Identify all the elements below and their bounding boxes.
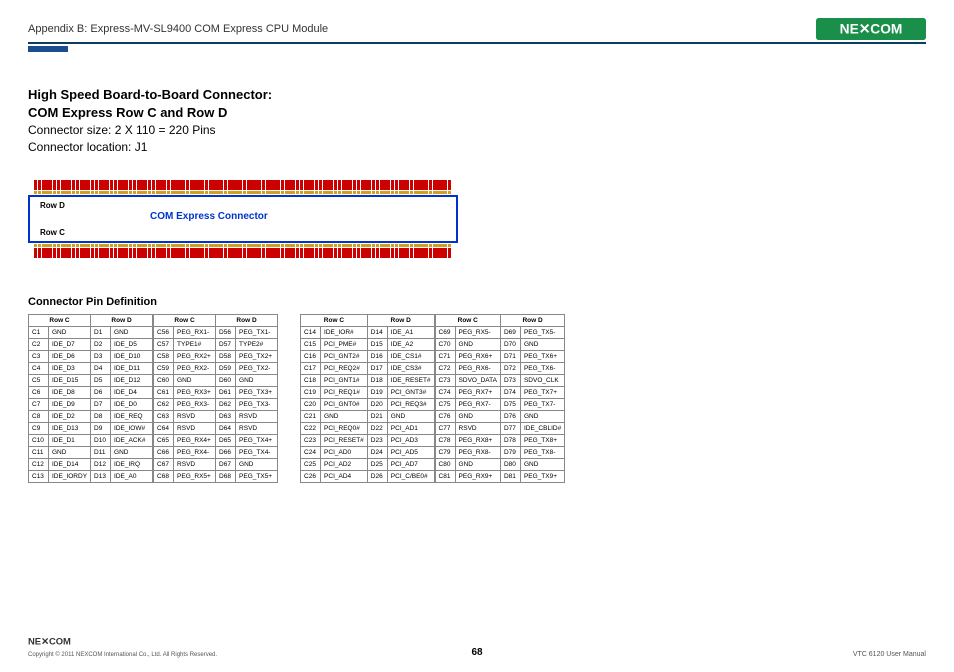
table-row: C80GNDD80GND [435,458,565,470]
row-c-label: Row C [40,228,65,237]
table-row: C10IDE_D1D10IDE_ACK# [29,434,153,446]
table-row: C7IDE_D9D7IDE_D0 [29,398,153,410]
table-row: C81PEG_RX9+D81PEG_TX9+ [435,470,565,482]
table-row: C67RSVDD67GND [154,458,278,470]
connector-diagram: Row D COM Express Connector Row C [28,180,458,258]
section-title-1: High Speed Board-to-Board Connector: [28,86,926,104]
table-row: C79PEG_RX8-D79PEG_TX8- [435,446,565,458]
table-row: C2IDE_D7D2IDE_D5 [29,338,153,350]
pins-bottom-red [28,248,458,258]
pins-bottom-gold [28,244,458,247]
connector-location: Connector location: J1 [28,139,926,156]
header-accent [28,46,68,52]
table-row: C23PCI_RESET#D23PCI_AD3 [301,434,435,446]
connector-label: COM Express Connector [150,211,268,222]
table-row: C70GNDD70GND [435,338,565,350]
table-row: C16PCI_GNT2#D16IDE_CS1# [301,350,435,362]
pin-tables: Row CRow DC1GNDD1GNDC2IDE_D7D2IDE_D5C3ID… [28,314,926,483]
col-row-d: Row D [367,314,434,326]
table-row: C61PEG_RX3+D61PEG_TX3+ [154,386,278,398]
col-row-d: Row D [500,314,564,326]
table-row: C59PEG_RX2-D59PEG_TX2- [154,362,278,374]
table-row: C18PCI_GNT1#D18IDE_RESET# [301,374,435,386]
table-row: C26PCI_AD4D26PCI_C/BE0# [301,470,435,482]
section-title-2: COM Express Row C and Row D [28,104,926,122]
table-row: C12IDE_D14D12IDE_IRQ [29,458,153,470]
table-1: Row CRow DC1GNDD1GNDC2IDE_D7D2IDE_D5C3ID… [28,314,153,483]
table-row: C68PEG_RX5+D68PEG_TX5+ [154,470,278,482]
table-row: C15PCI_PME#D15IDE_A2 [301,338,435,350]
pins-top-gold [28,191,458,194]
table-2: Row CRow DC56PEG_RX1-D56PEG_TX1-C57TYPE1… [153,314,278,483]
table-row: C57TYPE1#D57TYPE2# [154,338,278,350]
table-row: C14IDE_IOR#D14IDE_A1 [301,326,435,338]
table-row: C72PEG_RX6-D72PEG_TX6- [435,362,565,374]
table-row: C73SDVO_DATAD73SDVO_CLK [435,374,565,386]
pin-definition-title: Connector Pin Definition [28,296,926,308]
table-row: C71PEG_RX6+D71PEG_TX6+ [435,350,565,362]
table-row: C60GNDD60GND [154,374,278,386]
table-row: C25PCI_AD2D25PCI_AD7 [301,458,435,470]
table-row: C5IDE_D15D5IDE_D12 [29,374,153,386]
col-row-c: Row C [435,314,500,326]
table-row: C6IDE_D8D6IDE_D4 [29,386,153,398]
table-row: C63RSVDD63RSVD [154,410,278,422]
page-header: Appendix B: Express-MV-SL9400 COM Expres… [28,18,926,44]
table-4: Row CRow DC69PEG_RX5-D69PEG_TX5-C70GNDD7… [435,314,566,483]
table-3: Row CRow DC14IDE_IOR#D14IDE_A1C15PCI_PME… [300,314,435,483]
svg-text:NE✕COM: NE✕COM [840,22,903,37]
svg-text:NE✕COM: NE✕COM [28,635,71,646]
table-row: C77RSVDD77IDE_CBLID# [435,422,565,434]
pins-top-red [28,180,458,190]
table-row: C62PEG_RX3-D62PEG_TX3- [154,398,278,410]
table-row: C58PEG_RX2+D58PEG_TX2+ [154,350,278,362]
table-row: C4IDE_D3D4IDE_D11 [29,362,153,374]
connector-size: Connector size: 2 X 110 = 220 Pins [28,122,926,139]
table-row: C20PCI_GNT0#D20PCI_REQ3# [301,398,435,410]
table-row: C75PEG_RX7-D75PEG_TX7- [435,398,565,410]
footer-logo: NE✕COM [28,634,217,652]
col-row-c: Row C [301,314,368,326]
table-row: C17PCI_REQ2#D17IDE_CS3# [301,362,435,374]
col-row-d: Row D [216,314,278,326]
table-row: C21GNDD21GND [301,410,435,422]
page-number: 68 [471,647,482,658]
table-row: C11GNDD11GND [29,446,153,458]
row-d-label: Row D [40,201,65,210]
table-row: C56PEG_RX1-D56PEG_TX1- [154,326,278,338]
table-row: C65PEG_RX4+D65PEG_TX4+ [154,434,278,446]
col-row-d: Row D [91,314,153,326]
table-row: C76GNDD76GND [435,410,565,422]
table-row: C78PEG_RX8+D78PEG_TX8+ [435,434,565,446]
table-row: C66PEG_RX4-D66PEG_TX4- [154,446,278,458]
table-row: C9IDE_D13D9IDE_IOW# [29,422,153,434]
connector-body: Row D COM Express Connector Row C [28,195,458,243]
table-row: C22PCI_REQ0#D22PCI_AD1 [301,422,435,434]
table-row: C19PCI_REQ1#D19PCI_GNT3# [301,386,435,398]
table-row: C74PEG_RX7+D74PEG_TX7+ [435,386,565,398]
table-row: C3IDE_D6D3IDE_D10 [29,350,153,362]
copyright-text: Copyright © 2011 NEXCOM International Co… [28,652,217,658]
col-row-c: Row C [29,314,91,326]
table-row: C13IDE_IORDYD13IDE_A0 [29,470,153,482]
table-row: C8IDE_D2D8IDE_REQ [29,410,153,422]
table-row: C24PCI_AD0D24PCI_AD5 [301,446,435,458]
nexcom-logo: NE✕COM [816,18,926,40]
col-row-c: Row C [154,314,216,326]
page-footer: NE✕COM Copyright © 2011 NEXCOM Internati… [28,634,926,658]
table-row: C1GNDD1GND [29,326,153,338]
table-row: C69PEG_RX5-D69PEG_TX5- [435,326,565,338]
manual-name: VTC 6120 User Manual [853,651,926,658]
appendix-title: Appendix B: Express-MV-SL9400 COM Expres… [28,23,328,35]
table-row: C64RSVDD64RSVD [154,422,278,434]
